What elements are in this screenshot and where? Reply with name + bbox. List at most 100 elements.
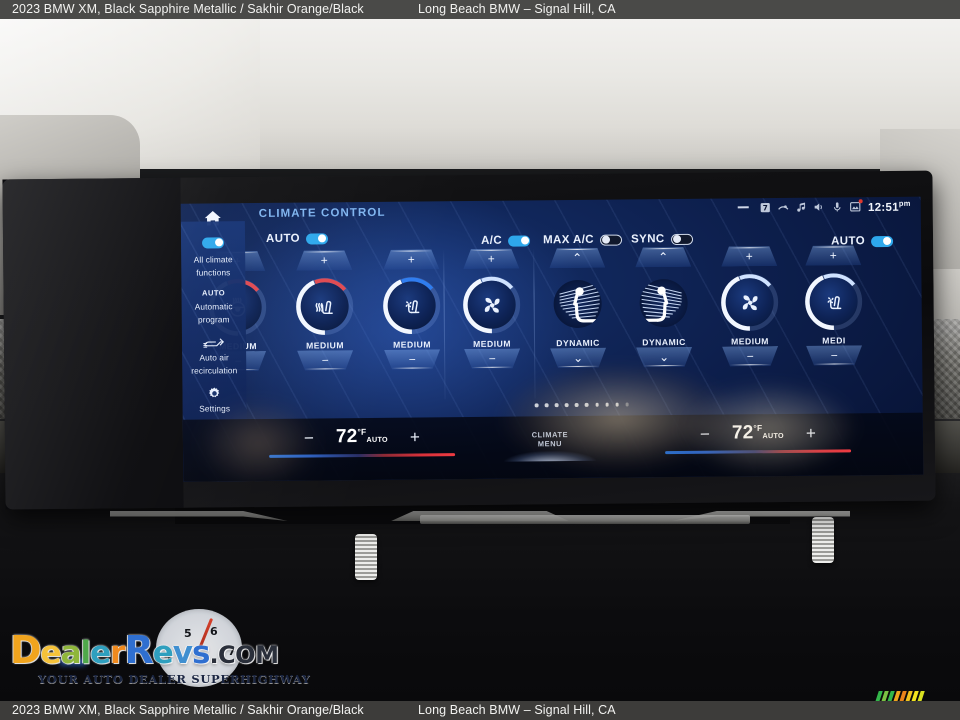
logo-letter: R	[124, 628, 153, 672]
page-dot[interactable]	[564, 403, 569, 407]
toggle-auto-left-label: AUTO	[265, 232, 301, 245]
climate-menu-arc	[504, 450, 597, 462]
microphone-icon[interactable]	[832, 201, 843, 212]
temp-right-decrease-button[interactable]: −	[700, 424, 710, 443]
page-dot[interactable]	[585, 402, 589, 407]
sidebar-item-all-climate-functions[interactable]: All climate functions	[181, 233, 245, 278]
temp-right-slider[interactable]	[665, 449, 852, 455]
dial-airflow-distribution-left[interactable]: ⌃ DYNAMIC ⌄	[539, 248, 617, 407]
page-dot[interactable]	[605, 402, 609, 407]
dial-fan-speed-right-increase-button[interactable]: +	[721, 246, 777, 267]
seven-badge-icon[interactable]: 7	[760, 202, 771, 213]
climate-menu-label-line2: MENU	[537, 439, 563, 449]
temp-left-decrease-button[interactable]: −	[304, 428, 314, 447]
dial-seat-ventilation-left-increase-button[interactable]: +	[383, 249, 439, 270]
logo-letter: .COM	[209, 641, 279, 669]
connected-drive-icon[interactable]	[778, 202, 789, 213]
page-dot[interactable]	[615, 402, 619, 407]
dial-seat-ventilation-right-increase-button[interactable]: +	[805, 245, 861, 266]
temp-right-increase-button[interactable]: +	[806, 423, 816, 442]
temp-left-slider[interactable]	[269, 453, 456, 458]
logo-letter: D	[10, 628, 42, 672]
dial-airflow-distribution-right-decrease-button[interactable]: ⌄	[636, 347, 692, 368]
page-dot[interactable]	[625, 402, 630, 407]
dial-seat-ventilation-right-decrease-label: −	[830, 348, 838, 363]
dial-fan-speed-right-increase-label: +	[745, 249, 753, 264]
sidebar-item-auto-air-recirculation[interactable]: Auto air recirculation	[182, 335, 246, 376]
dial-fan-speed-left[interactable]: + MEDIUM −	[453, 248, 531, 407]
gallery-notification-icon[interactable]	[850, 201, 861, 212]
seat-ventilation-icon	[809, 277, 858, 326]
dial-seat-ventilation-right-knob[interactable]	[802, 270, 865, 333]
bottom-caption-bar: 2023 BMW XM, Black Sapphire Metallic / S…	[0, 701, 960, 720]
svg-text:7: 7	[763, 203, 768, 212]
toggle-max-ac-switch[interactable]	[599, 234, 623, 246]
seat-ventilation-icon	[387, 281, 436, 330]
dial-seat-ventilation-left-knob[interactable]	[380, 274, 443, 337]
color-stripe-badge	[873, 691, 925, 701]
dial-seat-heating-left-increase-label: +	[320, 253, 328, 268]
vent-chrome-trim-center	[420, 515, 750, 524]
dial-fan-speed-left-value: MEDIUM	[473, 338, 512, 349]
dial-seat-heating-left-increase-button[interactable]: +	[296, 250, 352, 271]
clock-time: 12:51pm	[867, 198, 911, 214]
music-note-icon[interactable]	[796, 202, 807, 213]
dial-airflow-distribution-left-increase-button[interactable]: ⌃	[549, 248, 605, 269]
sidebar-item-settings[interactable]: Settings	[182, 386, 246, 414]
minimize-icon[interactable]	[737, 206, 749, 209]
sidebar-item-automatic-program[interactable]: AUTO Automatic program	[181, 288, 245, 325]
temperature-bar: − 72°FAUTO + CLIMATE MENU − 72°FAUTO +	[182, 412, 924, 482]
toggle-max-ac[interactable]: MAX A/C	[543, 234, 623, 246]
dial-airflow-distribution-left-increase-label: ⌃	[572, 250, 583, 266]
dial-fan-speed-right-knob[interactable]	[718, 271, 781, 334]
infotainment-display-bezel: CLIMATE CONTROL 7 12:51pm All climate fu…	[2, 170, 936, 510]
dial-airflow-distribution-right-increase-button[interactable]: ⌃	[635, 247, 691, 268]
page-dot[interactable]	[554, 403, 559, 407]
dial-seat-ventilation-left-value: MEDIUM	[393, 339, 432, 350]
dial-seat-ventilation-left[interactable]: + MEDIUM −	[373, 249, 451, 408]
dial-seat-ventilation-left-decrease-button[interactable]: −	[384, 349, 440, 370]
temp-right-unit: °F	[753, 422, 763, 433]
dial-fan-speed-left-decrease-button[interactable]: −	[464, 349, 520, 370]
toggle-sync[interactable]: SYNC	[630, 233, 693, 246]
dial-fan-speed-right[interactable]: + MEDIUM −	[711, 246, 789, 405]
toggle-ac[interactable]: A/C	[481, 234, 531, 247]
logo-letter: e	[90, 635, 111, 671]
airflow-seat-icon-mirrored	[639, 278, 688, 328]
dial-seat-heating-left-decrease-label: −	[321, 353, 329, 368]
dial-fan-speed-left-decrease-label: −	[488, 351, 496, 366]
all-climate-functions-toggle[interactable]	[201, 236, 225, 249]
speaker-icon[interactable]	[814, 201, 825, 212]
sidebar-label-all-climate-line1: All climate	[193, 254, 233, 265]
temp-left-unit: °F	[357, 426, 367, 437]
toggle-ac-switch[interactable]	[508, 234, 531, 247]
toggle-sync-switch[interactable]	[670, 233, 693, 245]
climate-menu-button[interactable]: CLIMATE MENU	[495, 430, 605, 462]
page-dot[interactable]	[544, 403, 549, 407]
dial-airflow-distribution-left-decrease-label: ⌄	[573, 350, 584, 366]
dial-airflow-distribution-left-decrease-button[interactable]: ⌄	[550, 348, 606, 369]
temp-left-increase-button[interactable]: +	[410, 427, 420, 446]
dial-airflow-distribution-left-knob[interactable]	[546, 273, 609, 336]
dial-airflow-distribution-right-knob[interactable]	[632, 272, 695, 335]
dial-seat-ventilation-right[interactable]: + MEDI −	[795, 245, 873, 404]
dial-seat-ventilation-right-decrease-button[interactable]: −	[806, 345, 862, 366]
dial-seat-heating-left-knob[interactable]	[293, 275, 356, 338]
gear-icon	[182, 386, 246, 401]
dial-seat-heating-left-decrease-button[interactable]: −	[297, 350, 353, 371]
dial-seat-heating-left[interactable]: + MEDIUM −	[286, 250, 364, 409]
toggle-auto-left-switch[interactable]	[305, 232, 329, 245]
temperature-control-right: − 72°FAUTO +	[653, 421, 863, 455]
toggle-auto-left[interactable]: AUTO	[265, 232, 329, 245]
temp-left-value: 72°FAUTO	[335, 426, 388, 448]
page-dot[interactable]	[534, 403, 539, 407]
airflow-seat-icon	[553, 279, 602, 329]
dial-fan-speed-right-decrease-button[interactable]: −	[722, 346, 778, 367]
dial-fan-speed-left-increase-button[interactable]: +	[463, 249, 519, 270]
dial-fan-speed-left-knob[interactable]	[460, 273, 523, 336]
page-dot[interactable]	[574, 402, 579, 407]
dial-airflow-distribution-right[interactable]: ⌃ DYNAMIC ⌄	[625, 247, 703, 406]
page-dot[interactable]	[595, 402, 599, 407]
dial-airflow-distribution-right-value: DYNAMIC	[642, 336, 686, 348]
toggle-sync-label: SYNC	[630, 233, 665, 246]
